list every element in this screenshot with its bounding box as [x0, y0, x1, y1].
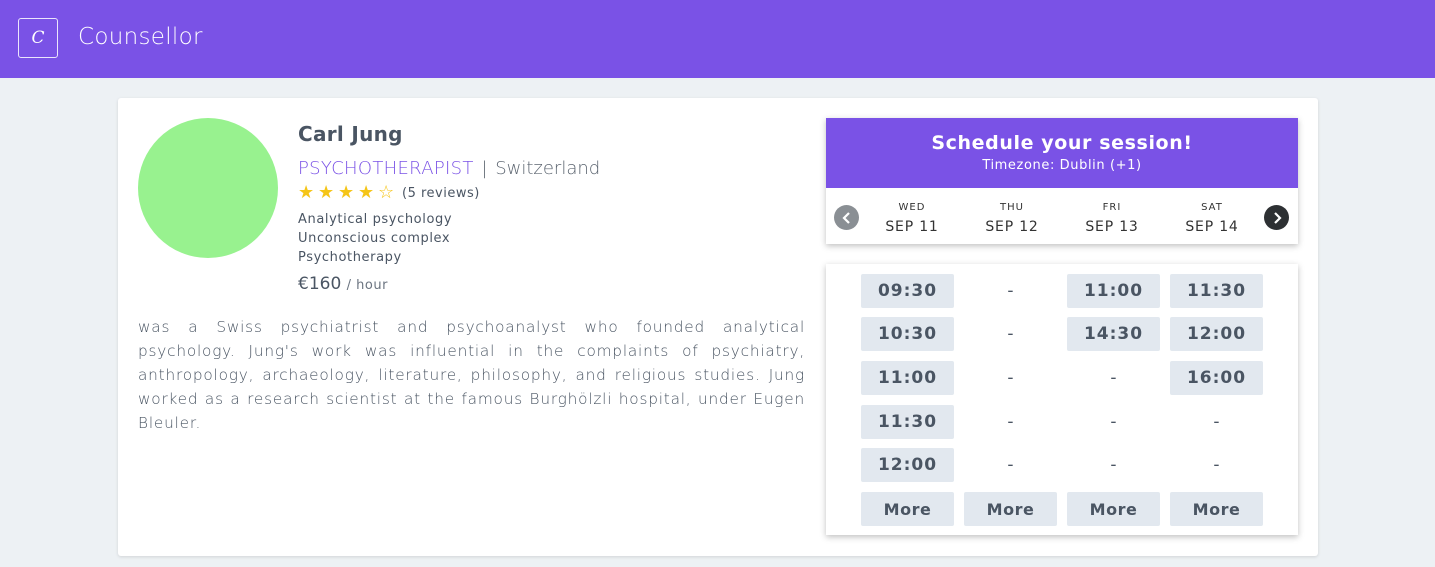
day-date: SEP 11	[885, 219, 939, 235]
price: €160 / hour	[298, 274, 388, 294]
more-slots-button[interactable]: More	[964, 492, 1057, 526]
specialty-item: Psychotherapy	[298, 250, 402, 265]
price-unit: / hour	[346, 278, 388, 293]
star-rating: ★ ★ ★ ★ ☆	[298, 184, 398, 202]
day-date: SEP 12	[985, 219, 1039, 235]
next-week-button[interactable]	[1264, 205, 1289, 230]
time-slot-button[interactable]: 11:30	[861, 405, 954, 439]
day-date: SEP 13	[1085, 219, 1139, 235]
slot-unavailable: -	[1213, 455, 1220, 475]
day-header: FRI SEP 13	[1067, 202, 1157, 235]
schedule-title-box: Schedule your session! Timezone: Dublin …	[826, 118, 1298, 188]
specialties-list: Analytical psychology Unconscious comple…	[298, 210, 452, 267]
slot-unavailable: -	[1007, 281, 1014, 301]
star-filled-icon: ★	[318, 182, 335, 203]
avatar	[138, 118, 278, 258]
slot-unavailable: -	[1213, 412, 1220, 432]
time-slot-button[interactable]: 16:00	[1170, 361, 1263, 395]
day-of-week: WED	[898, 202, 926, 213]
time-slot-button[interactable]: 11:30	[1170, 274, 1263, 308]
counsellor-card: Carl Jung PSYCHOTHERAPIST | Switzerland …	[118, 98, 1318, 556]
brand-name[interactable]: Counsellor	[78, 24, 203, 50]
time-slot-button[interactable]: 10:30	[861, 317, 954, 351]
more-slots-button[interactable]: More	[1067, 492, 1160, 526]
specialty-item: Unconscious complex	[298, 231, 451, 246]
star-filled-icon: ★	[298, 182, 315, 203]
schedule-title: Schedule your session!	[931, 132, 1193, 154]
slot-unavailable: -	[1007, 368, 1014, 388]
more-slots-button[interactable]: More	[861, 492, 954, 526]
chevron-left-icon	[841, 211, 850, 224]
role-label: PSYCHOTHERAPIST	[298, 158, 474, 179]
top-bar: C Counsellor	[0, 0, 1435, 78]
day-of-week: THU	[1000, 202, 1024, 213]
star-filled-icon: ★	[338, 182, 355, 203]
time-slot-button[interactable]: 11:00	[861, 361, 954, 395]
time-slots-grid: 09:30 10:30 11:00 11:30 12:00 More - - - - - More 11…	[826, 264, 1298, 535]
reviews-count: (5 reviews)	[402, 185, 480, 201]
timezone-label: Timezone: Dublin (+1)	[982, 158, 1142, 173]
slot-unavailable: -	[1110, 455, 1117, 475]
star-filled-icon: ★	[358, 182, 375, 203]
logo[interactable]: C	[18, 18, 58, 58]
country-label: Switzerland	[495, 158, 601, 179]
schedule-header: Schedule your session! Timezone: Dublin …	[826, 118, 1298, 244]
more-slots-button[interactable]: More	[1170, 492, 1263, 526]
slot-unavailable: -	[1007, 455, 1014, 475]
time-slot-button[interactable]: 12:00	[861, 448, 954, 482]
chevron-right-icon	[1273, 211, 1282, 224]
day-header: THU SEP 12	[967, 202, 1057, 235]
specialty-item: Analytical psychology	[298, 212, 453, 227]
day-of-week: SAT	[1201, 202, 1223, 213]
prev-week-button[interactable]	[834, 205, 859, 230]
slot-unavailable: -	[1110, 368, 1117, 388]
time-slot-button[interactable]: 11:00	[1067, 274, 1160, 308]
time-slot-button[interactable]: 14:30	[1067, 317, 1160, 351]
day-of-week: FRI	[1102, 202, 1122, 213]
time-slot-button[interactable]: 09:30	[861, 274, 954, 308]
price-amount: €160	[298, 274, 342, 294]
day-date: SEP 14	[1185, 219, 1239, 235]
counsellor-name: Carl Jung	[298, 122, 403, 146]
bio-text: was a Swiss psychiatrist and psychoanaly…	[138, 318, 805, 432]
days-row: WED SEP 11 THU SEP 12 FRI SEP 13 SAT SEP 14	[826, 188, 1298, 244]
role-line: PSYCHOTHERAPIST | Switzerland	[298, 158, 600, 179]
slot-unavailable: -	[1007, 412, 1014, 432]
star-empty-icon: ☆	[378, 182, 395, 203]
role-separator: |	[481, 158, 488, 179]
slot-unavailable: -	[1007, 324, 1014, 344]
day-header: WED SEP 11	[867, 202, 957, 235]
day-header: SAT SEP 14	[1167, 202, 1257, 235]
time-slot-button[interactable]: 12:00	[1170, 317, 1263, 351]
rating: ★ ★ ★ ★ ☆ (5 reviews)	[298, 184, 480, 202]
slot-unavailable: -	[1110, 412, 1117, 432]
